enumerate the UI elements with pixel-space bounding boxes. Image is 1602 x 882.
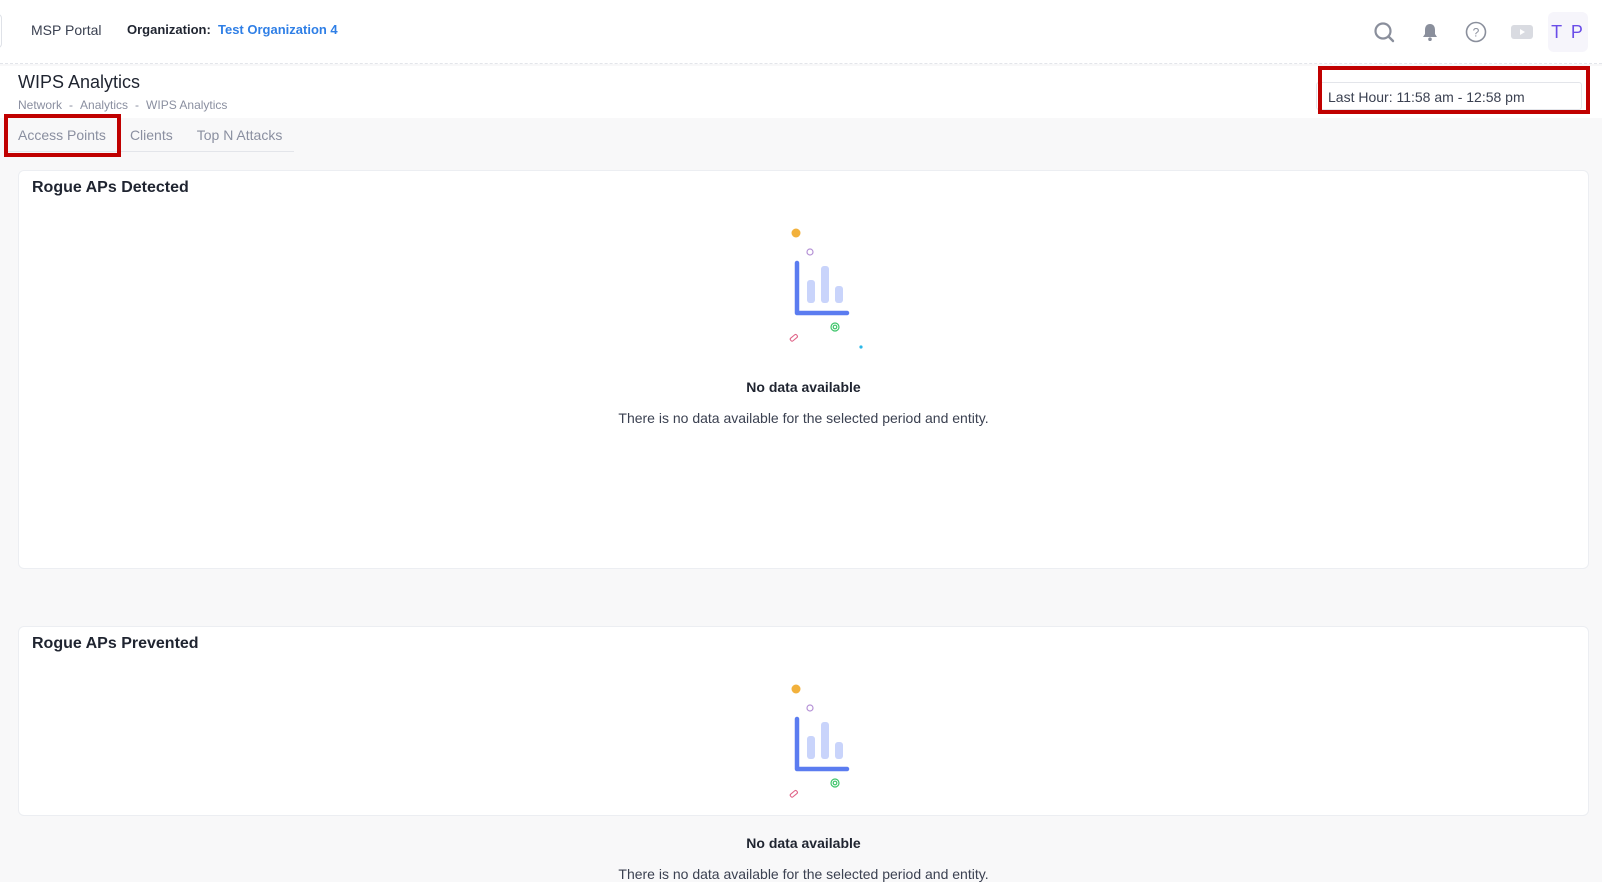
- card-title: Rogue APs Prevented: [32, 635, 199, 652]
- top-icons: ? T P: [1356, 12, 1588, 52]
- breadcrumb: Network - Analytics - WIPS Analytics: [18, 98, 227, 112]
- breadcrumb-item-network[interactable]: Network: [18, 98, 62, 112]
- portal-name[interactable]: MSP Portal: [31, 22, 102, 38]
- no-data-chart-icon: [789, 684, 850, 798]
- top-bar: MSP Portal Organization: Test Organizati…: [0, 0, 1602, 64]
- breadcrumb-item-analytics[interactable]: Analytics: [80, 98, 128, 112]
- organization-selector[interactable]: Test Organization 4: [218, 22, 338, 37]
- help-icon[interactable]: ?: [1458, 14, 1494, 50]
- search-icon[interactable]: [1366, 14, 1402, 50]
- organization-label: Organization:: [127, 22, 211, 37]
- video-icon[interactable]: [1504, 14, 1540, 50]
- breadcrumb-separator: -: [69, 98, 74, 112]
- sidebar-toggle-edge[interactable]: [0, 14, 2, 48]
- bell-icon[interactable]: [1412, 14, 1448, 50]
- empty-state-description: There is no data available for the selec…: [618, 410, 989, 426]
- rogue-aps-detected-card: Rogue APs Detected No data available The…: [18, 170, 1589, 569]
- empty-state-title: No data available: [746, 835, 861, 851]
- breadcrumb-separator: -: [135, 98, 140, 112]
- svg-text:?: ?: [1473, 26, 1480, 40]
- card-title: Rogue APs Detected: [32, 179, 189, 196]
- no-data-chart-icon: [789, 228, 863, 349]
- breadcrumb-item-current: WIPS Analytics: [146, 98, 228, 112]
- tab-clients[interactable]: Clients: [118, 118, 185, 151]
- rogue-aps-prevented-card: Rogue APs Prevented No data available Th…: [18, 626, 1589, 882]
- time-range-selector[interactable]: Last Hour: 11:58 am - 12:58 pm: [1316, 82, 1582, 110]
- page-title: WIPS Analytics: [18, 72, 141, 92]
- tab-access-points[interactable]: Access Points: [6, 118, 118, 151]
- page-header: WIPS Analytics Network - Analytics - WIP…: [0, 66, 1602, 118]
- empty-state-title: No data available: [746, 379, 861, 395]
- empty-state-description: There is no data available for the selec…: [618, 866, 989, 882]
- tab-bar: Access Points Clients Top N Attacks: [6, 118, 295, 152]
- tab-top-n-attacks[interactable]: Top N Attacks: [185, 118, 295, 151]
- user-avatar[interactable]: T P: [1548, 12, 1588, 52]
